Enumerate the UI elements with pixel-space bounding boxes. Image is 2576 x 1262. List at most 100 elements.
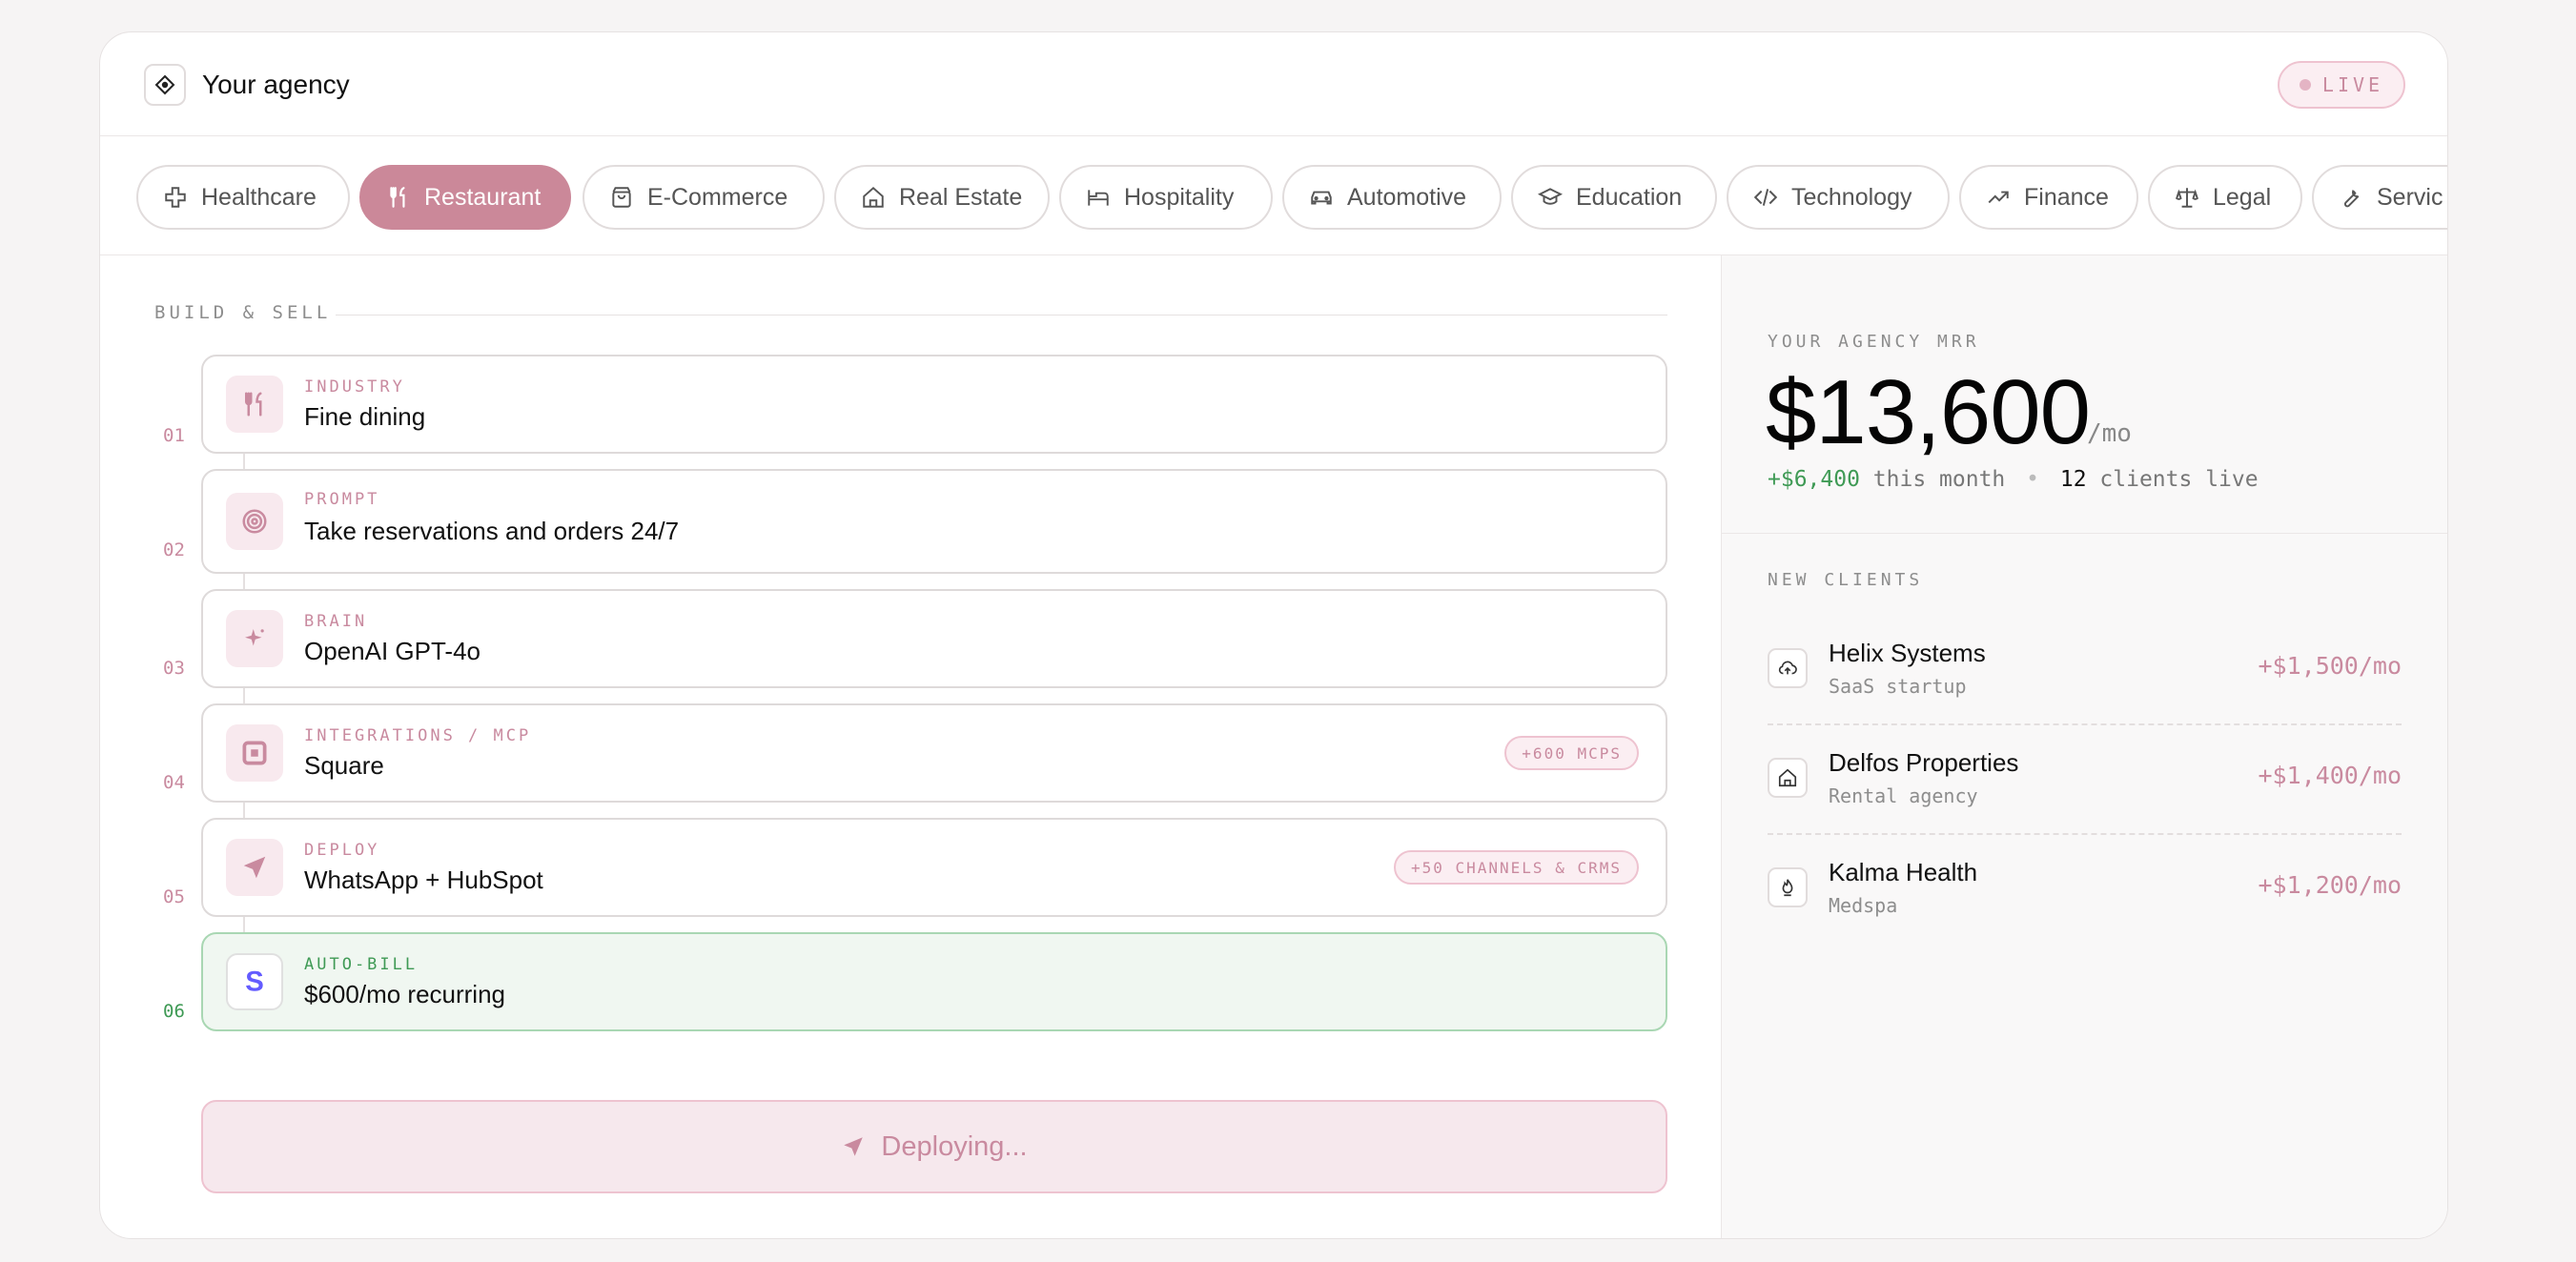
client-name: Kalma Health: [1829, 858, 1978, 886]
step-brain[interactable]: BRAIN OpenAI GPT-4o: [201, 589, 1667, 688]
step-number: 04: [163, 772, 185, 793]
separator-dot: •: [2026, 467, 2039, 492]
send-icon: [844, 1137, 864, 1156]
step-integrations[interactable]: INTEGRATIONS / MCP Square +600 MCPS: [201, 703, 1667, 803]
mrr-panel: YOUR AGENCY MRR $13,600 /mo +$6,400 this…: [1721, 255, 2447, 1238]
tab-label: Restaurant: [424, 183, 542, 211]
tab-services[interactable]: Servic: [2312, 165, 2447, 230]
tab-hospitality[interactable]: Hospitality: [1059, 165, 1273, 230]
live-badge: LIVE: [2278, 61, 2405, 109]
tab-restaurant[interactable]: Restaurant: [359, 165, 571, 230]
step-number: 06: [163, 1001, 185, 1022]
step-label: INTEGRATIONS / MCP: [304, 726, 532, 745]
scale-icon: [2176, 188, 2198, 208]
client-type: Rental agency: [1829, 784, 1978, 807]
step-label: PROMPT: [304, 490, 380, 509]
step-label: DEPLOY: [304, 841, 380, 860]
client-type: SaaS startup: [1829, 675, 1967, 698]
mrr-unit: /mo: [2087, 419, 2132, 448]
app-header: Your agency LIVE: [100, 32, 2447, 136]
bed-icon: [1088, 190, 1109, 206]
tab-label: Education: [1576, 183, 1683, 211]
tab-label: Legal: [2213, 183, 2272, 211]
client-name: Helix Systems: [1829, 639, 1986, 667]
step-label: AUTO-BILL: [304, 955, 419, 974]
logo-icon: [144, 64, 186, 106]
tab-technology[interactable]: Technology: [1727, 165, 1950, 230]
page-title: Your agency: [202, 70, 350, 99]
step-label: BRAIN: [304, 612, 368, 631]
step-value: Square: [304, 751, 384, 780]
deploy-button-label: Deploying...: [881, 1130, 1028, 1162]
live-dot: [2299, 79, 2311, 91]
tab-label: Automotive: [1347, 183, 1467, 211]
tab-label: Hospitality: [1124, 183, 1235, 211]
client-type: Medspa: [1829, 894, 1898, 917]
tab-healthcare[interactable]: Healthcare: [136, 165, 350, 230]
clients-count: 12: [2059, 467, 2087, 492]
send-icon: [226, 839, 283, 896]
client-row[interactable]: Kalma Health Medspa +$1,200/mo: [1768, 835, 2402, 945]
deploy-button[interactable]: Deploying...: [201, 1100, 1667, 1193]
step-value: $600/mo recurring: [304, 980, 505, 1008]
panel-divider: [1722, 533, 2447, 534]
mcps-badge: +600 MCPS: [1504, 736, 1639, 770]
home-icon: [1768, 758, 1808, 798]
tab-legal[interactable]: Legal: [2148, 165, 2302, 230]
step-number: 03: [163, 658, 185, 679]
step-value: Fine dining: [304, 402, 426, 431]
client-amount: +$1,400/mo: [2258, 762, 2402, 789]
plus-cross-icon: [165, 187, 186, 208]
flame-icon: [1768, 867, 1808, 907]
svg-text:S: S: [245, 967, 264, 997]
tab-label: E-Commerce: [647, 183, 788, 211]
client-amount: +$1,200/mo: [2258, 871, 2402, 899]
car-icon: [1311, 191, 1332, 205]
sparkle-icon: [226, 610, 283, 667]
clients-suffix: clients live: [2099, 467, 2259, 492]
client-row[interactable]: Delfos Properties Rental agency +$1,400/…: [1768, 725, 2402, 835]
client-name: Delfos Properties: [1829, 748, 2019, 777]
tab-education[interactable]: Education: [1511, 165, 1717, 230]
wrench-icon: [2344, 190, 2360, 208]
tab-label: Real Estate: [899, 183, 1023, 211]
stripe-icon: S: [226, 953, 283, 1010]
section-divider: [336, 315, 1667, 316]
step-value: Take reservations and orders 24/7: [304, 517, 680, 545]
step-deploy[interactable]: DEPLOY WhatsApp + HubSpot +50 CHANNELS &…: [201, 818, 1667, 917]
tab-label: Servic: [2377, 183, 2443, 211]
tab-automotive[interactable]: Automotive: [1282, 165, 1502, 230]
tab-finance[interactable]: Finance: [1959, 165, 2138, 230]
step-value: WhatsApp + HubSpot: [304, 865, 543, 894]
mrr-summary: +$6,400 this month • 12 clients live: [1768, 467, 2259, 492]
step-industry[interactable]: INDUSTRY Fine dining: [201, 355, 1667, 454]
step-number: 02: [163, 539, 185, 560]
code-icon: [1753, 189, 1778, 206]
mrr-label: YOUR AGENCY MRR: [1768, 332, 1980, 352]
square-icon: [226, 724, 283, 782]
tab-label: Finance: [2024, 183, 2109, 211]
step-auto-bill[interactable]: S AUTO-BILL $600/mo recurring: [201, 932, 1667, 1031]
client-amount: +$1,500/mo: [2258, 652, 2402, 680]
tab-e-commerce[interactable]: E-Commerce: [583, 165, 825, 230]
graduation-cap-icon: [1538, 188, 1563, 205]
industry-tabs: Healthcare Restaurant E-Commerce Real Es…: [100, 136, 2447, 255]
shopping-bag-icon: [612, 187, 631, 208]
mrr-change-suffix: this month: [1872, 467, 2006, 492]
step-prompt[interactable]: PROMPT Take reservations and orders 24/7: [201, 469, 1667, 574]
new-clients-label: NEW CLIENTS: [1768, 570, 1924, 590]
trending-up-icon: [1988, 191, 2009, 204]
cloud-upload-icon: [1768, 648, 1808, 688]
target-icon: [226, 493, 283, 550]
home-icon: [863, 186, 884, 208]
step-label: INDUSTRY: [304, 377, 405, 397]
utensils-icon: [390, 187, 405, 208]
client-row[interactable]: Helix Systems SaaS startup +$1,500/mo: [1768, 616, 2402, 725]
tab-label: Healthcare: [201, 183, 317, 211]
mrr-change: +$6,400: [1768, 467, 1860, 492]
channels-badge: +50 CHANNELS & CRMS: [1393, 850, 1639, 885]
tab-real-estate[interactable]: Real Estate: [834, 165, 1050, 230]
agency-card: Your agency LIVE Healthcare Restaurant E…: [99, 31, 2448, 1239]
utensils-icon: [226, 376, 283, 433]
live-label: LIVE: [2321, 73, 2384, 96]
